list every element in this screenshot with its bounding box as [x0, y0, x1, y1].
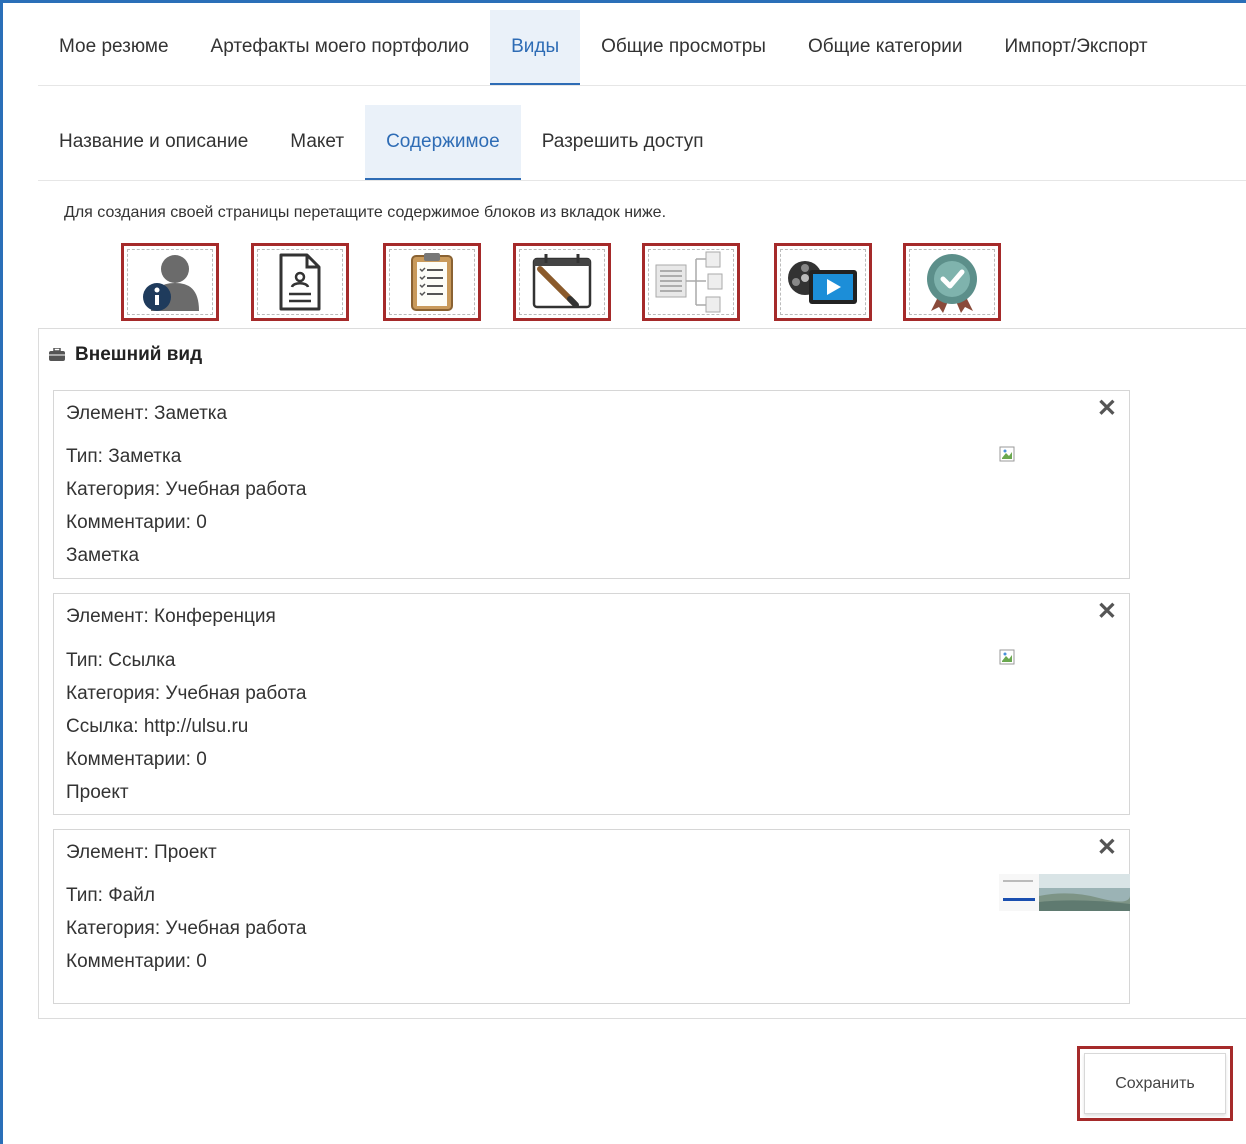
- card-title: Элемент: Заметка: [66, 403, 228, 424]
- card-type: Тип: Заметка: [66, 446, 182, 467]
- card-type: Тип: Ссылка: [66, 650, 176, 671]
- calendar-pen-icon: [532, 254, 592, 309]
- broken-image-icon: [999, 446, 1015, 462]
- card-category: Категория: Учебная работа: [66, 918, 307, 939]
- tab-share-access[interactable]: Разрешить доступ: [521, 105, 725, 180]
- block-clipboard[interactable]: [383, 243, 481, 321]
- profile-info-icon: [143, 255, 199, 311]
- close-icon[interactable]: ✕: [1097, 397, 1117, 421]
- card-comments: Комментарии: 0: [66, 749, 207, 770]
- tab-content[interactable]: Содержимое: [365, 105, 521, 180]
- card-comments: Комментарии: 0: [66, 951, 207, 972]
- block-profile-info[interactable]: [121, 243, 219, 321]
- diagram-tree-icon: [655, 251, 723, 313]
- resume-document-icon: [279, 253, 321, 311]
- panel-title: Внешний вид: [75, 344, 203, 365]
- panel-header: Внешний вид: [49, 344, 202, 366]
- broken-image-icon: [999, 649, 1015, 665]
- tab-import-export[interactable]: Импорт/Экспорт: [984, 10, 1169, 85]
- content-card-note[interactable]: Элемент: Заметка ✕ Тип: Заметка Категори…: [53, 390, 1130, 579]
- tab-shared-categories[interactable]: Общие категории: [787, 10, 984, 85]
- card-comments: Комментарии: 0: [66, 512, 207, 533]
- content-card-conference[interactable]: Элемент: Конференция ✕ Тип: Ссылка Катег…: [53, 593, 1130, 815]
- card-category: Категория: Учебная работа: [66, 479, 307, 500]
- card-title: Элемент: Проект: [66, 842, 217, 863]
- appearance-panel: Внешний вид Элемент: Заметка ✕ Тип: Заме…: [38, 328, 1246, 1019]
- tab-my-resume[interactable]: Мое резюме: [38, 10, 190, 85]
- tab-portfolio-artifacts[interactable]: Артефакты моего портфолио: [190, 10, 491, 85]
- block-video[interactable]: [774, 243, 872, 321]
- save-button[interactable]: Сохранить: [1084, 1053, 1226, 1114]
- tab-layout[interactable]: Макет: [269, 105, 365, 180]
- tab-title-description[interactable]: Название и описание: [38, 105, 269, 180]
- block-resume-document[interactable]: [251, 243, 349, 321]
- tab-shared-views[interactable]: Общие просмотры: [580, 10, 787, 85]
- content-card-project[interactable]: Элемент: Проект ✕ Тип: Файл Категория: У…: [53, 829, 1130, 1004]
- close-icon[interactable]: ✕: [1097, 600, 1117, 624]
- block-calendar[interactable]: [513, 243, 611, 321]
- briefcase-icon: [49, 348, 65, 361]
- file-thumbnail: [999, 874, 1130, 911]
- save-button-highlight: Сохранить: [1077, 1046, 1233, 1121]
- clipboard-checklist-icon: [411, 253, 453, 311]
- card-category: Категория: Учебная работа: [66, 683, 307, 704]
- card-note-text: Проект: [66, 782, 129, 803]
- card-note-text: Заметка: [66, 545, 140, 566]
- card-link: Ссылка: http://ulsu.ru: [66, 716, 249, 737]
- video-film-icon: [788, 261, 857, 304]
- card-title: Элемент: Конференция: [66, 606, 276, 627]
- close-icon[interactable]: ✕: [1097, 836, 1117, 860]
- card-type: Тип: Файл: [66, 885, 155, 906]
- drag-hint-text: Для создания своей страницы перетащите с…: [64, 204, 667, 221]
- sub-tabs: Название и описание Макет Содержимое Раз…: [38, 105, 1246, 181]
- certificate-badge-icon: [927, 254, 977, 313]
- tab-views[interactable]: Виды: [490, 10, 581, 85]
- block-certificate[interactable]: [903, 243, 1001, 321]
- main-tabs: Мое резюме Артефакты моего портфолио Вид…: [38, 10, 1246, 86]
- block-diagram[interactable]: [642, 243, 740, 321]
